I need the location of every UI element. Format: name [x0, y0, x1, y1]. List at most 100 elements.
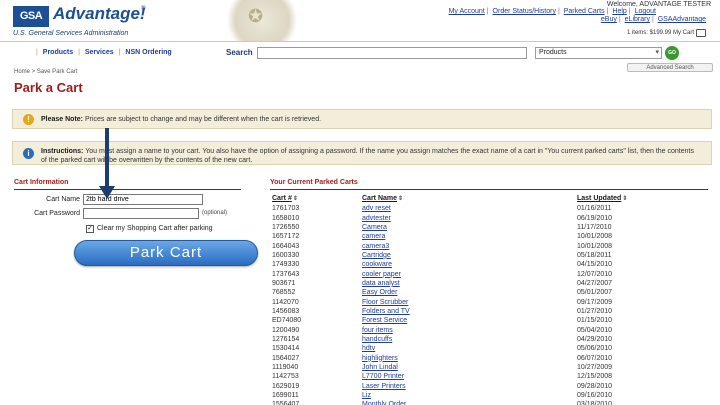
- cart-name-cell[interactable]: cooler paper: [362, 269, 577, 278]
- info-icon: i: [23, 148, 34, 159]
- cart-name-cell[interactable]: L7700 Printer: [362, 372, 577, 381]
- gsaadvantage-link[interactable]: GSAAdvantage: [658, 16, 706, 23]
- last-updated-cell: 05/01/2007: [577, 289, 613, 297]
- table-row: 768552 Easy Order 05/01/2007: [272, 288, 706, 297]
- cart-name-cell[interactable]: camera3: [362, 241, 577, 250]
- cart-name-cell[interactable]: adv reset: [362, 204, 577, 213]
- advanced-search-link[interactable]: Advanced Search: [627, 63, 713, 72]
- clear-cart-checkbox[interactable]: ✓: [86, 225, 94, 233]
- cart-name-cell[interactable]: John Lindal: [362, 363, 577, 372]
- cart-number-cell: 1699011: [272, 392, 299, 400]
- cart-name-link[interactable]: Forest Service: [362, 317, 407, 324]
- table-header-row: Cart #⇕ Cart Name⇕ Last Updated⇕: [272, 193, 706, 204]
- cart-name-cell[interactable]: Cartridge: [362, 251, 577, 260]
- cart-name-label: Cart Name: [46, 196, 80, 203]
- elibrary-link[interactable]: eLibrary: [625, 16, 650, 23]
- cart-name-cell[interactable]: data analyst: [362, 279, 577, 288]
- search-input[interactable]: [257, 47, 527, 59]
- cart-name-link[interactable]: Monthly Order: [362, 401, 406, 405]
- table-row: 1658010 advtester 06/19/2010: [272, 213, 706, 222]
- cart-name-link[interactable]: Camera: [362, 224, 387, 231]
- col-label[interactable]: Last Updated: [577, 195, 621, 202]
- col-cart-number[interactable]: Cart #⇕: [272, 193, 362, 204]
- cart-name-cell[interactable]: Laser Printers: [362, 382, 577, 391]
- cart-name-link[interactable]: data analyst: [362, 280, 400, 287]
- link-separator: |: [486, 8, 489, 15]
- last-updated-cell: 11/17/2010: [577, 223, 612, 231]
- cart-name-link[interactable]: Folders and TV: [362, 308, 410, 315]
- cart-name-link[interactable]: highlighters: [362, 355, 398, 362]
- sort-icon[interactable]: ⇕: [398, 195, 403, 202]
- cart-name-cell[interactable]: camera: [362, 232, 577, 241]
- instructions-box: i Instructions: You must assign a name t…: [12, 141, 712, 165]
- col-last-updated[interactable]: Last Updated⇕: [577, 193, 706, 204]
- cart-name-link[interactable]: hdtv: [362, 345, 375, 352]
- cart-name-cell[interactable]: Easy Order: [362, 288, 577, 297]
- cart-name-link[interactable]: Liz: [362, 392, 371, 399]
- order-status-link[interactable]: Order Status/History: [493, 8, 556, 15]
- last-updated-cell: 04/29/2010: [577, 335, 613, 343]
- cart-name-cell[interactable]: hdtv: [362, 344, 577, 353]
- cart-summary[interactable]: 1 items: $199.99 My Cart: [627, 30, 694, 36]
- cart-name-link[interactable]: Cartridge: [362, 252, 391, 259]
- cart-name-link[interactable]: camera: [362, 233, 385, 240]
- cart-name-cell[interactable]: Forest Service: [362, 316, 577, 325]
- cart-password-input[interactable]: [83, 208, 199, 219]
- cart-name-link[interactable]: Laser Printers: [362, 383, 406, 390]
- nav-products[interactable]: Products: [43, 49, 73, 56]
- cart-name-link[interactable]: cooler paper: [362, 271, 401, 278]
- cart-name-link[interactable]: handcuffs: [362, 336, 392, 343]
- breadcrumb: Home > Save Park Cart: [14, 69, 78, 75]
- cart-name-cell[interactable]: Monthly Order: [362, 400, 577, 405]
- cart-name-link[interactable]: John Lindal: [362, 364, 398, 371]
- go-button[interactable]: GO: [665, 46, 679, 60]
- cart-number-cell: 903671: [272, 279, 296, 287]
- search-category-select[interactable]: Products: [535, 47, 662, 59]
- col-label[interactable]: Cart #: [272, 195, 292, 202]
- cart-name-link[interactable]: four items: [362, 327, 393, 334]
- gsa-logo[interactable]: GSA: [13, 6, 49, 27]
- help-link[interactable]: Help: [612, 8, 626, 15]
- sort-icon[interactable]: ⇕: [622, 195, 627, 202]
- cart-name-link[interactable]: cookware: [362, 261, 392, 268]
- park-cart-button[interactable]: Park Cart: [74, 240, 258, 266]
- last-updated-cell: 06/07/2010: [577, 354, 613, 362]
- price-note-box: ! Please Note: Prices are subject to cha…: [12, 109, 712, 129]
- last-updated-cell: 09/28/2010: [577, 382, 613, 390]
- instructions-text: Instructions: You must assign a name to …: [41, 147, 701, 165]
- logout-link[interactable]: Logout: [635, 8, 656, 15]
- cart-name-cell[interactable]: four items: [362, 325, 577, 334]
- cart-name-link[interactable]: advtester: [362, 215, 391, 222]
- cart-icon[interactable]: [696, 29, 706, 37]
- cart-name-cell[interactable]: Floor Scrubber: [362, 297, 577, 306]
- ebuy-link[interactable]: eBuy: [601, 16, 617, 23]
- cart-name-cell[interactable]: handcuffs: [362, 335, 577, 344]
- cart-name-cell[interactable]: highlighters: [362, 354, 577, 363]
- cart-name-cell[interactable]: Liz: [362, 391, 577, 400]
- nav-nsn-ordering[interactable]: NSN Ordering: [125, 49, 171, 56]
- advantage-logo-text[interactable]: Advantage!: [53, 4, 146, 24]
- parked-carts-link[interactable]: Parked Carts: [564, 8, 605, 15]
- col-label[interactable]: Cart Name: [362, 195, 397, 202]
- cart-name-link[interactable]: Easy Order: [362, 289, 397, 296]
- cart-number-cell: 1530414: [272, 345, 300, 353]
- my-account-link[interactable]: My Account: [449, 8, 485, 15]
- cart-name-link[interactable]: Floor Scrubber: [362, 299, 408, 306]
- nav-services[interactable]: Services: [85, 49, 114, 56]
- last-updated-cell: 01/15/2010: [577, 317, 613, 325]
- last-updated-cell: 05/04/2010: [577, 326, 613, 334]
- clear-cart-label[interactable]: Clear my Shopping Cart after parking: [97, 225, 213, 232]
- cart-name-link[interactable]: adv reset: [362, 205, 391, 212]
- table-row: ED74080 Forest Service 01/15/2010: [272, 316, 706, 325]
- cart-name-cell[interactable]: advtester: [362, 213, 577, 222]
- cart-name-cell[interactable]: cookware: [362, 260, 577, 269]
- cart-name-cell[interactable]: Camera: [362, 223, 577, 232]
- cart-name-cell[interactable]: Folders and TV: [362, 307, 577, 316]
- cart-name-link[interactable]: camera3: [362, 243, 389, 250]
- table-row: 1142070 Floor Scrubber 09/17/2009: [272, 297, 706, 306]
- cart-name-link[interactable]: L7700 Printer: [362, 373, 404, 380]
- sort-icon[interactable]: ⇕: [293, 195, 298, 202]
- table-row: 1119040 John Lindal 10/27/2009: [272, 363, 706, 372]
- last-updated-cell: 09/16/2010: [577, 392, 613, 400]
- col-cart-name[interactable]: Cart Name⇕: [362, 193, 577, 204]
